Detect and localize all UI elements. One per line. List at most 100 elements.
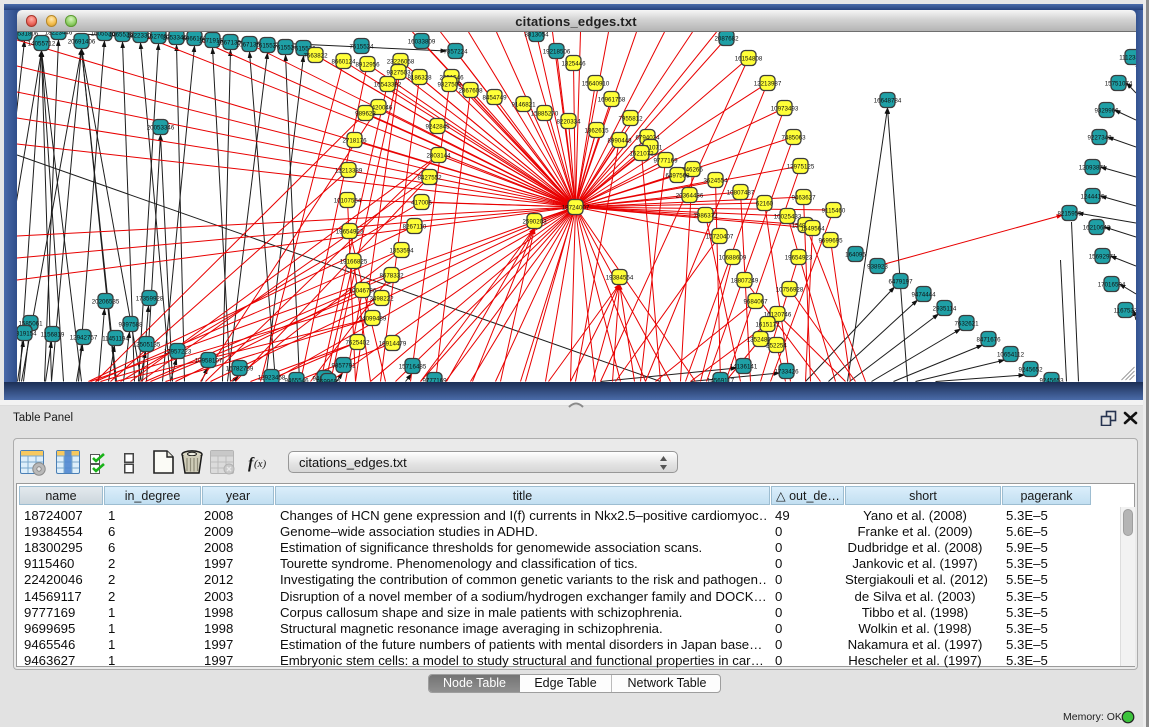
svg-text:12923468: 12923468 [257, 374, 285, 381]
svg-text:7563822: 7563822 [303, 52, 328, 59]
svg-text:16543392: 16543392 [373, 81, 401, 88]
svg-text:9329966: 9329966 [1094, 107, 1119, 114]
svg-text:7625402: 7625402 [345, 339, 370, 346]
svg-text:9146821: 9146821 [511, 101, 536, 108]
svg-text:15692971: 15692971 [1088, 253, 1116, 260]
svg-text:1362615: 1362615 [584, 127, 609, 134]
svg-text:9397588: 9397588 [118, 321, 143, 328]
svg-text:9115460: 9115460 [821, 207, 845, 214]
svg-text:1621072: 1621072 [629, 150, 654, 157]
svg-text:8990448: 8990448 [607, 137, 632, 144]
svg-text:9699695: 9699695 [316, 378, 341, 382]
svg-text:7986372: 7986372 [693, 212, 718, 219]
svg-text:2718176: 2718176 [342, 137, 367, 144]
svg-text:8660124: 8660124 [331, 58, 356, 65]
svg-text:9465546: 9465546 [284, 377, 309, 382]
svg-text:1549564: 1549564 [800, 225, 825, 232]
svg-text:9242845: 9242845 [425, 123, 450, 130]
svg-text:19218506: 19218506 [542, 48, 570, 55]
svg-text:989623: 989623 [355, 110, 376, 117]
svg-text:16914479: 16914479 [378, 340, 406, 347]
svg-text:16210643: 16210643 [1082, 224, 1110, 231]
svg-text:1733426: 1733426 [774, 368, 799, 375]
svg-text:18807249: 18807249 [730, 277, 758, 284]
svg-text:8215955: 8215955 [1057, 210, 1082, 217]
svg-text:2867608: 2867608 [458, 87, 483, 94]
svg-text:10807487: 10807487 [726, 189, 754, 196]
svg-text:15640910: 15640910 [581, 80, 609, 87]
svg-text:20691406: 20691406 [67, 38, 95, 45]
svg-text:10046786: 10046786 [348, 287, 376, 294]
svg-text:12975125: 12975125 [786, 163, 814, 170]
svg-text:9245653: 9245653 [1039, 377, 1064, 382]
svg-text:2935114: 2935114 [932, 305, 956, 312]
svg-text:164095: 164095 [845, 251, 866, 258]
svg-text:2803144: 2803144 [426, 152, 451, 159]
svg-text:10025433: 10025433 [773, 213, 801, 220]
svg-text:14055712: 14055712 [27, 40, 55, 47]
svg-text:9777169: 9777169 [653, 157, 678, 164]
svg-text:62160: 62160 [755, 200, 773, 207]
svg-text:19654923: 19654923 [335, 228, 363, 235]
svg-text:1156819: 1156819 [40, 331, 64, 338]
svg-text:17957223: 17957223 [163, 348, 191, 355]
svg-text:17016504: 17016504 [1097, 281, 1125, 288]
svg-text:18724007: 18724007 [561, 204, 589, 211]
svg-text:2087682: 2087682 [714, 35, 739, 42]
svg-text:1325446: 1325446 [561, 60, 586, 67]
svg-text:8186328: 8186328 [407, 74, 432, 81]
svg-text:20206535: 20206535 [91, 298, 119, 305]
svg-text:1353594: 1353594 [389, 247, 414, 254]
svg-text:12505135: 12505135 [132, 341, 160, 348]
svg-text:10654112: 10654112 [996, 351, 1024, 358]
svg-text:16154808: 16154808 [734, 55, 762, 62]
svg-text:20364436: 20364436 [675, 192, 703, 199]
svg-text:8813054: 8813054 [524, 32, 549, 38]
svg-text:6497568: 6497568 [665, 172, 690, 179]
svg-text:9474444: 9474444 [911, 291, 936, 298]
svg-text:18223446: 18223446 [44, 32, 72, 36]
svg-text:9857791: 9857791 [331, 362, 356, 369]
svg-text:15751074: 15751074 [1104, 80, 1132, 87]
svg-text:11451194: 11451194 [102, 335, 129, 342]
svg-text:8220334: 8220334 [556, 118, 581, 125]
svg-text:7955812: 7955812 [618, 115, 643, 122]
svg-text:11123846: 11123846 [1119, 54, 1136, 61]
svg-text:12213987: 12213987 [753, 80, 781, 87]
svg-text:10688609: 10688609 [718, 254, 746, 261]
svg-text:8912956: 8912956 [355, 61, 380, 68]
svg-text:10756928: 10756928 [775, 286, 803, 293]
svg-text:7515524: 7515524 [349, 43, 374, 50]
svg-text:8427552: 8427552 [417, 174, 442, 181]
svg-text:12093871: 12093871 [1078, 164, 1106, 171]
svg-text:938923: 938923 [867, 263, 888, 270]
svg-text:7357224: 7357224 [443, 48, 468, 55]
svg-text:1244415: 1244415 [1080, 193, 1105, 200]
svg-text:12942757: 12942757 [69, 334, 97, 341]
svg-text:3498222: 3498222 [369, 295, 394, 302]
svg-text:15885270: 15885270 [530, 110, 558, 117]
svg-text:14569117: 14569117 [706, 377, 734, 382]
svg-text:8678332: 8678332 [379, 272, 404, 279]
svg-text:(x): (x) [254, 458, 267, 470]
svg-text:16782759: 16782759 [225, 365, 253, 372]
svg-text:19166825: 19166825 [339, 258, 367, 265]
svg-text:3624554: 3624554 [703, 177, 728, 184]
svg-text:19384554: 19384554 [605, 274, 633, 281]
svg-text:252254: 252254 [766, 342, 787, 349]
svg-text:7632621: 7632621 [954, 320, 979, 327]
svg-text:1167533: 1167533 [1113, 307, 1135, 314]
svg-text:8471676: 8471676 [976, 336, 1001, 343]
svg-text:9463627: 9463627 [791, 194, 816, 201]
svg-text:19654923: 19654923 [784, 254, 812, 261]
svg-text:16648784: 16648784 [873, 97, 901, 104]
svg-text:9227342: 9227342 [1087, 134, 1112, 141]
svg-text:9684067: 9684067 [743, 298, 768, 305]
svg-text:417006: 417006 [411, 199, 432, 206]
svg-text:16033809: 16033809 [407, 38, 435, 45]
svg-text:15720407: 15720407 [705, 233, 733, 240]
svg-text:9245652: 9245652 [1018, 366, 1043, 373]
svg-text:20053346: 20053346 [146, 124, 174, 131]
svg-text:10973493: 10973493 [770, 105, 798, 112]
svg-text:17359928: 17359928 [135, 295, 163, 302]
